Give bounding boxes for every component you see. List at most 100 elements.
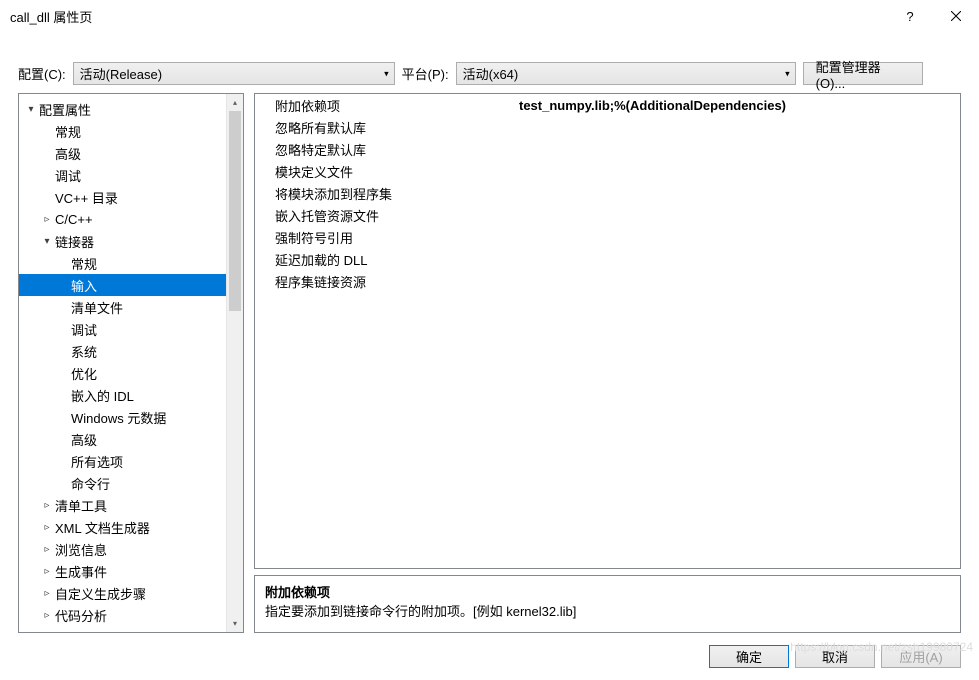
property-grid[interactable]: 附加依赖项test_numpy.lib;%(AdditionalDependen… bbox=[254, 93, 961, 569]
property-label: 程序集链接资源 bbox=[255, 272, 515, 291]
tree-scrollbar[interactable]: ▴ ▾ bbox=[226, 94, 243, 632]
tree-item-label: 清单工具 bbox=[55, 496, 107, 515]
tree-item[interactable]: ▹生成事件 bbox=[19, 560, 243, 582]
scroll-thumb[interactable] bbox=[229, 111, 241, 311]
tree-item-label: 高级 bbox=[55, 144, 81, 163]
property-row[interactable]: 将模块添加到程序集 bbox=[255, 182, 960, 204]
property-row[interactable]: 忽略所有默认库 bbox=[255, 116, 960, 138]
tree-item-label: 命令行 bbox=[71, 474, 110, 493]
tree-item[interactable]: 常规 bbox=[19, 252, 243, 274]
scroll-down-icon[interactable]: ▾ bbox=[227, 615, 243, 632]
tree-item-label: 系统 bbox=[71, 342, 97, 361]
tree-item[interactable]: 高级 bbox=[19, 428, 243, 450]
tree-item-label: 浏览信息 bbox=[55, 540, 107, 559]
tree-item[interactable]: 优化 bbox=[19, 362, 243, 384]
expander-icon[interactable]: ▹ bbox=[41, 544, 53, 555]
tree-item[interactable]: 嵌入的 IDL bbox=[19, 384, 243, 406]
window-title: call_dll 属性页 bbox=[10, 7, 887, 26]
tree-item-label: Windows 元数据 bbox=[71, 408, 166, 427]
chevron-down-icon: ▾ bbox=[785, 68, 790, 79]
titlebar: call_dll 属性页 ? bbox=[0, 0, 979, 32]
help-button[interactable]: ? bbox=[887, 0, 933, 32]
tree-item[interactable]: ▹自定义生成步骤 bbox=[19, 582, 243, 604]
tree-item[interactable]: ▹C/C++ bbox=[19, 208, 243, 230]
close-icon bbox=[951, 11, 961, 21]
tree-item-label: 生成事件 bbox=[55, 562, 107, 581]
property-row[interactable]: 附加依赖项test_numpy.lib;%(AdditionalDependen… bbox=[255, 94, 960, 116]
platform-label: 平台(P): bbox=[402, 64, 449, 83]
tree-item[interactable]: ▹代码分析 bbox=[19, 604, 243, 626]
config-manager-button[interactable]: 配置管理器(O)... bbox=[803, 62, 923, 85]
tree-item-label: 高级 bbox=[71, 430, 97, 449]
tree-item[interactable]: 调试 bbox=[19, 318, 243, 340]
expander-icon[interactable]: ▾ bbox=[41, 236, 53, 247]
scroll-up-icon[interactable]: ▴ bbox=[227, 94, 243, 111]
tree-item-label: VC++ 目录 bbox=[55, 188, 118, 207]
config-combo[interactable]: 活动(Release) ▾ bbox=[73, 62, 395, 85]
property-label: 嵌入托管资源文件 bbox=[255, 206, 515, 225]
close-button[interactable] bbox=[933, 0, 979, 32]
property-row[interactable]: 模块定义文件 bbox=[255, 160, 960, 182]
property-label: 强制符号引用 bbox=[255, 228, 515, 247]
property-row[interactable]: 强制符号引用 bbox=[255, 226, 960, 248]
tree-item-label: C/C++ bbox=[55, 212, 93, 227]
expander-icon[interactable]: ▹ bbox=[41, 588, 53, 599]
tree-item-label: 清单文件 bbox=[71, 298, 123, 317]
property-label: 忽略所有默认库 bbox=[255, 118, 515, 137]
content-area: ▾配置属性常规高级调试VC++ 目录▹C/C++▾链接器常规输入清单文件调试系统… bbox=[0, 93, 979, 633]
tree-item-label: 常规 bbox=[71, 254, 97, 273]
apply-button[interactable]: 应用(A) bbox=[881, 645, 961, 668]
tree-item[interactable]: ▾链接器 bbox=[19, 230, 243, 252]
tree-item-label: 自定义生成步骤 bbox=[55, 584, 146, 603]
platform-combo[interactable]: 活动(x64) ▾ bbox=[456, 62, 796, 85]
tree-item[interactable]: 常规 bbox=[19, 120, 243, 142]
tree-item-label: 常规 bbox=[55, 122, 81, 141]
tree-item-label: 优化 bbox=[71, 364, 97, 383]
property-label: 模块定义文件 bbox=[255, 162, 515, 181]
tree-item[interactable]: 所有选项 bbox=[19, 450, 243, 472]
tree-item-label: XML 文档生成器 bbox=[55, 518, 150, 537]
tree-item[interactable]: ▾配置属性 bbox=[19, 98, 243, 120]
tree-item[interactable]: 输入 bbox=[19, 274, 243, 296]
property-row[interactable]: 嵌入托管资源文件 bbox=[255, 204, 960, 226]
config-label: 配置(C): bbox=[18, 64, 66, 83]
expander-icon[interactable]: ▹ bbox=[41, 214, 53, 225]
tree-item[interactable]: 命令行 bbox=[19, 472, 243, 494]
tree-item[interactable]: 调试 bbox=[19, 164, 243, 186]
toolbar: 配置(C): 活动(Release) ▾ 平台(P): 活动(x64) ▾ 配置… bbox=[0, 32, 979, 93]
tree-item[interactable]: 高级 bbox=[19, 142, 243, 164]
expander-icon[interactable]: ▾ bbox=[25, 104, 37, 115]
tree-item-label: 嵌入的 IDL bbox=[71, 386, 134, 405]
property-row[interactable]: 延迟加载的 DLL bbox=[255, 248, 960, 270]
tree-item[interactable]: Windows 元数据 bbox=[19, 406, 243, 428]
tree-item[interactable]: ▹清单工具 bbox=[19, 494, 243, 516]
property-value[interactable]: test_numpy.lib;%(AdditionalDependencies) bbox=[515, 98, 960, 113]
property-label: 附加依赖项 bbox=[255, 96, 515, 115]
tree-item-label: 输入 bbox=[71, 276, 97, 295]
cancel-button[interactable]: 取消 bbox=[795, 645, 875, 668]
tree-item-label: 链接器 bbox=[55, 232, 94, 251]
right-panel: 附加依赖项test_numpy.lib;%(AdditionalDependen… bbox=[254, 93, 961, 633]
description-text: 指定要添加到链接命令行的附加项。[例如 kernel32.lib] bbox=[265, 601, 950, 620]
tree-item-label: 配置属性 bbox=[39, 100, 91, 119]
tree-item-label: 调试 bbox=[55, 166, 81, 185]
tree-item[interactable]: ▹浏览信息 bbox=[19, 538, 243, 560]
property-label: 将模块添加到程序集 bbox=[255, 184, 515, 203]
property-row[interactable]: 程序集链接资源 bbox=[255, 270, 960, 292]
expander-icon[interactable]: ▹ bbox=[41, 522, 53, 533]
tree-item[interactable]: 系统 bbox=[19, 340, 243, 362]
platform-value: 活动(x64) bbox=[463, 64, 519, 83]
tree-item[interactable]: 清单文件 bbox=[19, 296, 243, 318]
expander-icon[interactable]: ▹ bbox=[41, 500, 53, 511]
expander-icon[interactable]: ▹ bbox=[41, 610, 53, 621]
tree-item[interactable]: ▹XML 文档生成器 bbox=[19, 516, 243, 538]
property-row[interactable]: 忽略特定默认库 bbox=[255, 138, 960, 160]
tree-item-label: 所有选项 bbox=[71, 452, 123, 471]
property-label: 延迟加载的 DLL bbox=[255, 250, 515, 269]
tree-item[interactable]: VC++ 目录 bbox=[19, 186, 243, 208]
tree-item-label: 代码分析 bbox=[55, 606, 107, 625]
config-tree[interactable]: ▾配置属性常规高级调试VC++ 目录▹C/C++▾链接器常规输入清单文件调试系统… bbox=[19, 94, 243, 632]
ok-button[interactable]: 确定 bbox=[709, 645, 789, 668]
chevron-down-icon: ▾ bbox=[384, 68, 389, 79]
expander-icon[interactable]: ▹ bbox=[41, 566, 53, 577]
